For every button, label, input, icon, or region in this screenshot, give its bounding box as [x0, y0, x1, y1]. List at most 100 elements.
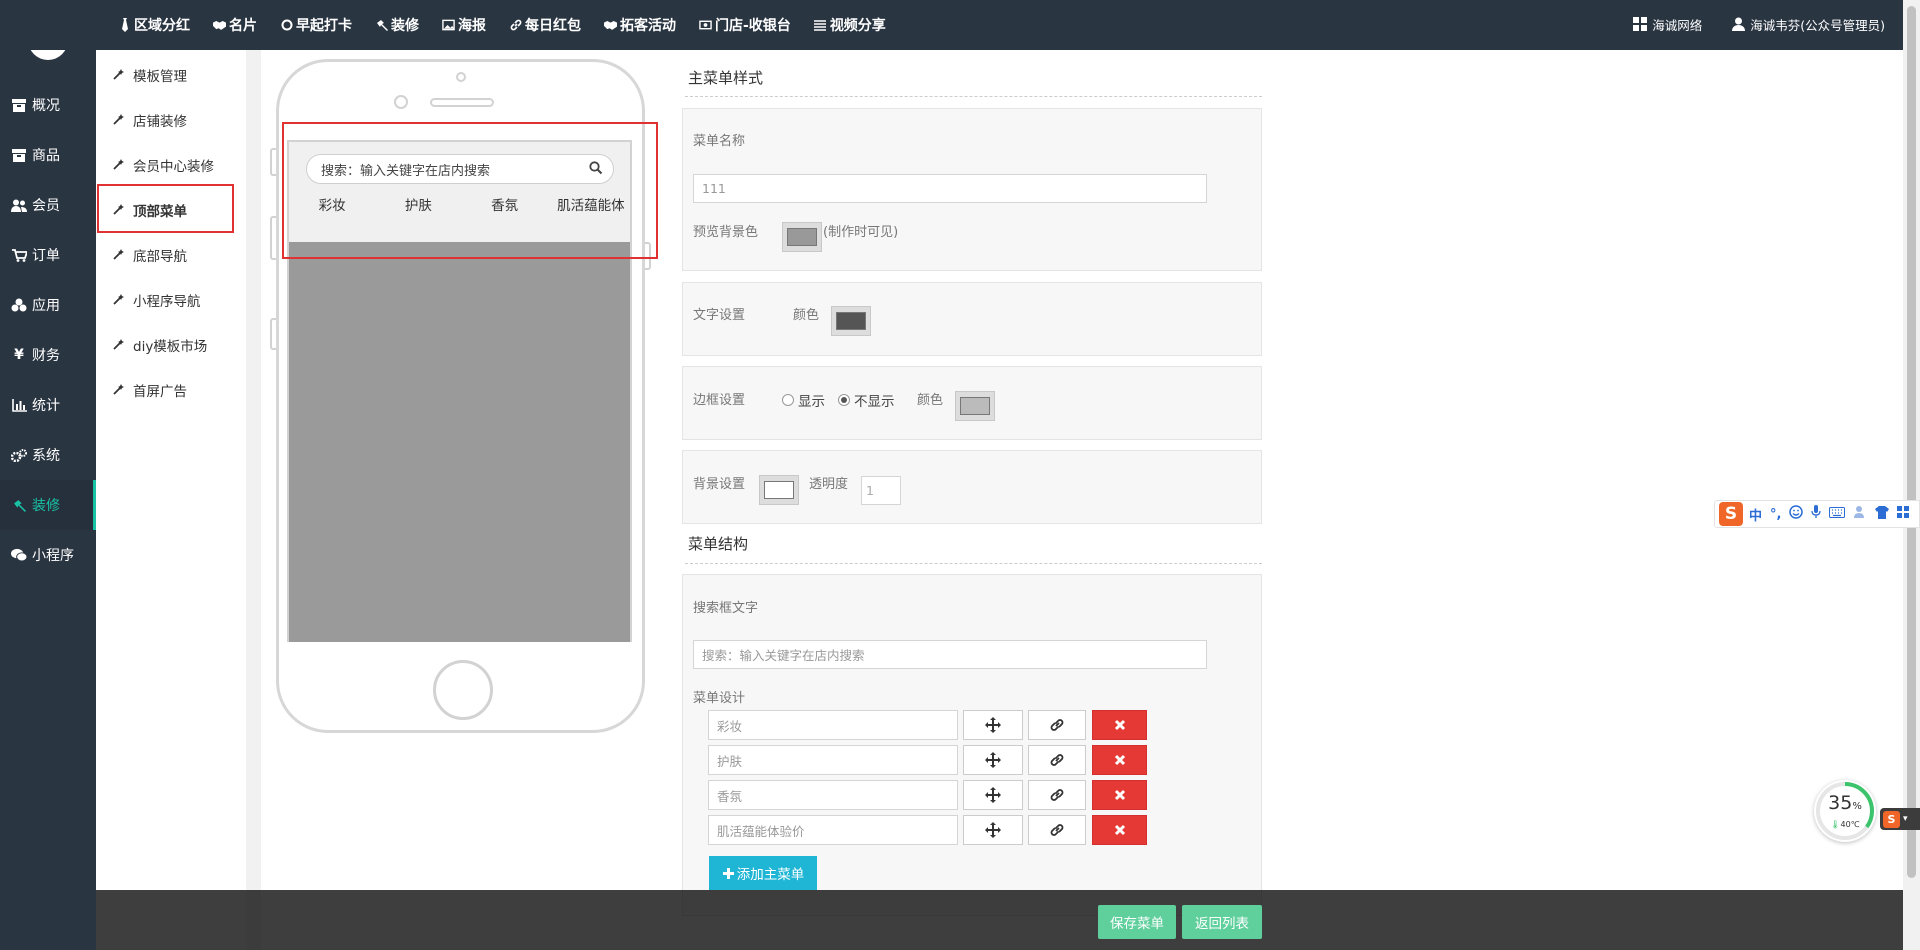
link-button[interactable]: [1028, 710, 1086, 740]
ime-mini-toolbar[interactable]: S ▾: [1880, 808, 1920, 830]
scrollbar-thumb[interactable]: [1907, 6, 1916, 878]
microphone-icon[interactable]: [1811, 505, 1822, 523]
subnav-item-shop-decorate[interactable]: 店铺装修: [96, 97, 246, 142]
menu-design-label: 菜单设计: [693, 691, 746, 706]
leftnav-item-miniprogram[interactable]: 小程序: [0, 530, 96, 580]
menu-item-input[interactable]: 彩妆: [708, 710, 958, 740]
subnav-item-top-menu[interactable]: 顶部菜单: [96, 187, 246, 232]
menu-name-input[interactable]: 111: [693, 174, 1207, 203]
memory-gauge-widget[interactable]: 35% 🌡40℃: [1814, 780, 1876, 842]
drag-handle[interactable]: [963, 710, 1023, 740]
company-link[interactable]: 海诚网络: [1633, 15, 1702, 34]
link-icon: [1050, 719, 1064, 731]
footer-bar: 保存菜单 返回列表: [96, 890, 1903, 950]
phone-home-button: [433, 660, 493, 720]
leftnav-item-orders[interactable]: 订单: [0, 230, 96, 280]
ime-toolbar[interactable]: S 中 °,: [1714, 500, 1920, 528]
user-icon: [1732, 17, 1746, 31]
left-sidebar: 概况 商品 会员 订单 应用 ¥ 财务 统计 系统 装修 小程序: [0, 0, 96, 950]
link-icon: [1050, 754, 1064, 766]
menu-grid-icon[interactable]: [1897, 506, 1910, 522]
radio-dot-selected: [838, 394, 850, 406]
leftnav-item-stats[interactable]: 统计: [0, 380, 96, 430]
phone-side-button: [270, 216, 276, 260]
delete-button[interactable]: [1092, 815, 1147, 845]
delete-button[interactable]: [1092, 745, 1147, 775]
bg-settings-label: 背景设置: [693, 477, 746, 492]
menu-item-input[interactable]: 护肤: [708, 745, 958, 775]
border-color-swatch: [960, 397, 990, 415]
chevron-down-icon[interactable]: ▾: [1903, 814, 1908, 824]
preview-bg-color-picker[interactable]: [782, 222, 822, 252]
skin-icon[interactable]: [1875, 505, 1890, 523]
link-button[interactable]: [1028, 745, 1086, 775]
menu-item-input[interactable]: 肌活蕴能体验价: [708, 815, 958, 845]
drag-handle[interactable]: [963, 815, 1023, 845]
topnav-item-daily-redpacket[interactable]: 每日红包: [509, 15, 581, 35]
drag-handle[interactable]: [963, 745, 1023, 775]
sogou-logo[interactable]: S: [1719, 502, 1743, 526]
close-icon: [1114, 754, 1125, 766]
opacity-input[interactable]: 1: [861, 476, 901, 505]
move-icon: [985, 822, 1001, 838]
link-button[interactable]: [1028, 815, 1086, 845]
drag-handle[interactable]: [963, 780, 1023, 810]
leftnav-item-overview[interactable]: 概况: [0, 80, 96, 130]
add-main-menu-button[interactable]: 添加主菜单: [709, 856, 817, 890]
leftnav-item-apps[interactable]: 应用: [0, 280, 96, 330]
menu-name-label: 菜单名称: [693, 134, 746, 149]
leftnav-item-system[interactable]: 系统: [0, 430, 96, 480]
menu-item-input[interactable]: 香氛: [708, 780, 958, 810]
link-icon: [509, 18, 522, 32]
topnav-item-region-bonus[interactable]: 区域分红: [118, 15, 190, 35]
search-text-input[interactable]: 搜索：输入关键字在店内搜索: [693, 640, 1207, 669]
border-hide-radio[interactable]: 不显示: [838, 390, 895, 410]
toolbox-icon[interactable]: [1853, 505, 1867, 523]
move-icon: [985, 717, 1001, 733]
leftnav-item-finance[interactable]: ¥ 财务: [0, 330, 96, 380]
subnav-item-bottom-nav[interactable]: 底部导航: [96, 232, 246, 277]
delete-button[interactable]: [1092, 710, 1147, 740]
bg-color-picker[interactable]: [759, 475, 799, 505]
wand-icon: [113, 384, 127, 395]
top-right: 海诚网络 海诚韦芬(公众号管理员): [1603, 0, 1885, 48]
topnav-item-card[interactable]: 名片: [213, 15, 257, 35]
topnav-item-checkin[interactable]: 早起打卡: [280, 15, 352, 35]
leftnav-item-decorate[interactable]: 装修: [0, 480, 96, 530]
save-menu-button[interactable]: 保存菜单: [1098, 905, 1176, 939]
text-color-picker[interactable]: [831, 306, 871, 336]
border-show-radio[interactable]: 显示: [782, 390, 825, 410]
emoji-icon[interactable]: [1789, 505, 1804, 523]
preview-bg-note: (制作时可见): [823, 225, 899, 240]
subnav-item-diy-market[interactable]: diy模板市场: [96, 322, 246, 367]
delete-button[interactable]: [1092, 780, 1147, 810]
circle-icon: [280, 18, 293, 32]
image-icon: [442, 18, 455, 32]
subnav-item-template-manage[interactable]: 模板管理: [96, 52, 246, 97]
user-menu[interactable]: 海诚韦芬(公众号管理员): [1732, 15, 1885, 34]
leftnav-item-goods[interactable]: 商品: [0, 130, 96, 180]
topnav-item-poster[interactable]: 海报: [442, 15, 486, 35]
topnav-item-decorate[interactable]: 装修: [375, 15, 419, 35]
wand-icon: [113, 69, 127, 80]
keyboard-icon[interactable]: [1829, 506, 1846, 522]
topnav-item-promotion[interactable]: 拓客活动: [604, 15, 676, 35]
link-button[interactable]: [1028, 780, 1086, 810]
preview-menu-item: 肌活蕴能体: [557, 198, 625, 214]
subnav-item-splash-ad[interactable]: 首屏广告: [96, 367, 246, 412]
subnav-item-member-center[interactable]: 会员中心装修: [96, 142, 246, 187]
gears-icon: [11, 447, 27, 463]
border-color-picker[interactable]: [955, 391, 995, 421]
search-icon: [589, 161, 603, 179]
topnav-item-store-cashier[interactable]: 门店-收银台: [699, 15, 791, 35]
preview-bg-swatch: [787, 228, 817, 246]
sogou-logo[interactable]: S: [1883, 810, 1900, 828]
ime-lang-toggle[interactable]: 中: [1749, 505, 1762, 524]
leftnav-item-members[interactable]: 会员: [0, 180, 96, 230]
back-to-list-button[interactable]: 返回列表: [1182, 905, 1262, 939]
close-icon: [1114, 824, 1125, 836]
topnav-item-video-share[interactable]: 视频分享: [814, 15, 886, 35]
punctuation-icon[interactable]: °,: [1770, 507, 1781, 522]
subnav-item-miniprogram-nav[interactable]: 小程序导航: [96, 277, 246, 322]
text-settings-label: 文字设置: [693, 308, 746, 323]
